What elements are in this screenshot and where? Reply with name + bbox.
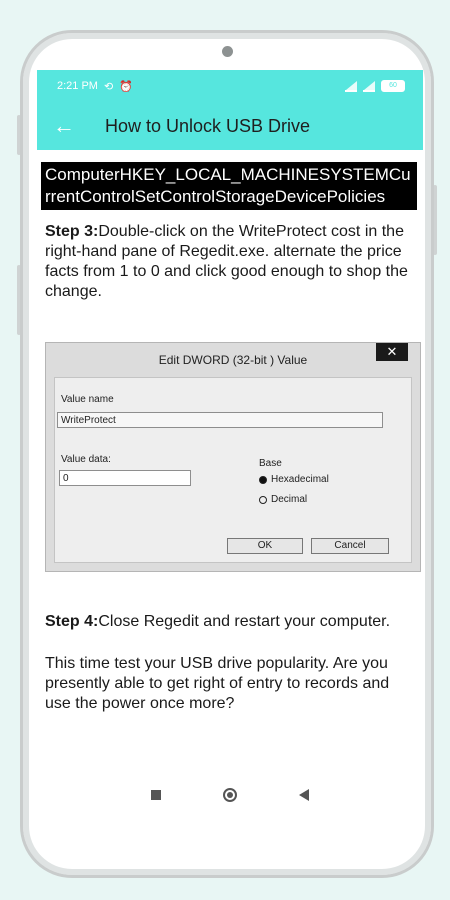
radio-unselected-icon	[259, 495, 267, 504]
front-camera	[222, 46, 233, 57]
closing-paragraph: This time test your USB drive popularity…	[45, 655, 390, 712]
alarm-icon: ⏰	[119, 80, 133, 93]
status-bar: 2:21 PM ⟲ ⏰ 60	[37, 70, 423, 102]
status-time: 2:21 PM	[57, 80, 98, 92]
hexadecimal-label: Hexadecimal	[271, 474, 329, 485]
base-label: Base	[259, 458, 282, 469]
recent-apps-icon[interactable]	[151, 790, 161, 800]
step-4-text: Close Regedit and restart your computer.	[98, 613, 391, 630]
home-icon[interactable]	[223, 788, 237, 802]
radio-selected-icon	[259, 475, 267, 484]
close-icon: ✕	[376, 343, 408, 361]
signal-icon-2	[363, 80, 375, 92]
registry-path: ComputerHKEY_LOCAL_MACHINESYSTEMCurrentC…	[41, 162, 417, 210]
value-name-field: WriteProtect	[57, 412, 383, 428]
screen: 2:21 PM ⟲ ⏰ 60 ← How to Unlock USB Drive…	[37, 70, 423, 820]
dialog-title: Edit DWORD (32-bit ) Value	[158, 353, 308, 367]
back-icon[interactable]	[299, 789, 309, 801]
step-3-text: Double-click on the WriteProtect cost in…	[45, 223, 408, 300]
value-data-field: 0	[59, 470, 191, 486]
page-title: How to Unlock USB Drive	[105, 115, 311, 136]
article-content: ComputerHKEY_LOCAL_MACHINESYSTEMCurrentC…	[37, 150, 423, 714]
step-4-label: Step 4:	[45, 613, 99, 630]
value-data-label: Value data:	[61, 454, 111, 465]
back-arrow-icon[interactable]: ←	[53, 113, 93, 139]
app-bar: ← How to Unlock USB Drive	[37, 102, 423, 150]
signal-icon	[345, 80, 357, 92]
sync-icon: ⟲	[103, 80, 114, 93]
battery-icon: 60	[381, 80, 405, 92]
step-3: Step 3:Double-click on the WriteProtect …	[41, 222, 419, 302]
hexadecimal-radio: Hexadecimal	[259, 474, 329, 485]
decimal-radio: Decimal	[259, 494, 307, 505]
value-name-label: Value name	[61, 394, 114, 405]
decimal-label: Decimal	[271, 494, 308, 505]
dialog-body: Value name WriteProtect Value data: 0 Ba…	[54, 377, 412, 563]
ok-button: OK	[227, 538, 303, 554]
step-3-label: Step 3:	[45, 223, 99, 240]
step-4: Step 4:Close Regedit and restart your co…	[41, 612, 419, 632]
cancel-button: Cancel	[311, 538, 389, 554]
system-nav-bar	[37, 770, 423, 820]
dword-dialog-image: Edit DWORD (32-bit ) Value ✕ Value name …	[45, 342, 421, 572]
